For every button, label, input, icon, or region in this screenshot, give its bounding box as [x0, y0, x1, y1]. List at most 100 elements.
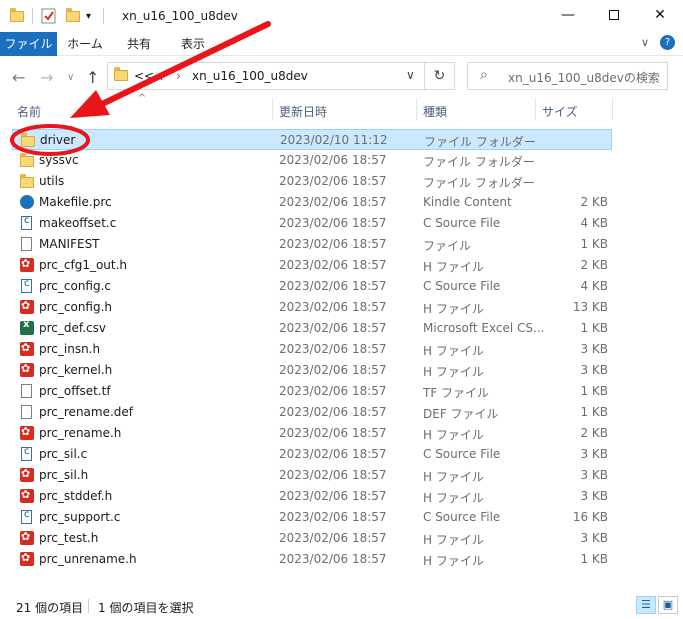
- h-file-icon: [20, 425, 34, 440]
- recent-locations-icon[interactable]: ∨: [67, 72, 74, 83]
- tab-file[interactable]: ファイル: [0, 32, 57, 56]
- file-row[interactable]: prc_test.h 2023/02/06 18:57 H ファイル 3 KB: [12, 528, 612, 549]
- file-name: prc_support.c: [39, 510, 121, 524]
- large-icons-view-button[interactable]: ▣: [658, 596, 678, 614]
- details-view-button[interactable]: ☰: [636, 596, 656, 614]
- file-row[interactable]: prc_def.csv 2023/02/06 18:57 Microsoft Exc…: [12, 318, 612, 339]
- item-count: 21 個の項目: [16, 601, 84, 615]
- tab-view[interactable]: 表示: [168, 32, 218, 56]
- column-divider[interactable]: [272, 98, 273, 120]
- file-row[interactable]: prc_support.c 2023/02/06 18:57 C Source Fi…: [12, 507, 612, 528]
- file-date: 2023/02/06 18:57: [279, 300, 387, 314]
- file-date: 2023/02/06 18:57: [279, 384, 387, 398]
- file-size: 2 KB: [580, 258, 608, 272]
- file-row[interactable]: prc_config.c 2023/02/06 18:57 C Source Fil…: [12, 276, 612, 297]
- file-size: 1 KB: [580, 405, 608, 419]
- divider: [103, 8, 104, 24]
- file-row[interactable]: prc_sil.c 2023/02/06 18:57 C Source File 3 …: [12, 444, 612, 465]
- file-size: 4 KB: [580, 216, 608, 230]
- file-row[interactable]: prc_kernel.h 2023/02/06 18:57 H ファイル 3 KB: [12, 360, 612, 381]
- file-date: 2023/02/06 18:57: [279, 237, 387, 251]
- file-row[interactable]: syssvc 2023/02/06 18:57 ファイル フォルダー: [12, 150, 612, 171]
- file-date: 2023/02/06 18:57: [279, 531, 387, 545]
- folder-icon: [114, 67, 128, 84]
- properties-icon[interactable]: [41, 8, 57, 24]
- file-row[interactable]: prc_insn.h 2023/02/06 18:57 H ファイル 3 KB: [12, 339, 612, 360]
- close-button[interactable]: ✕: [637, 0, 683, 30]
- file-date: 2023/02/06 18:57: [279, 279, 387, 293]
- column-divider[interactable]: [612, 98, 613, 120]
- help-icon[interactable]: ?: [660, 35, 675, 50]
- file-row[interactable]: prc_offset.tf 2023/02/06 18:57 TF ファイル 1 KB: [12, 381, 612, 402]
- c-source-icon: [21, 446, 32, 461]
- search-placeholder: xn_u16_100_u8devの検索: [508, 71, 660, 85]
- file-size: 1 KB: [580, 552, 608, 566]
- file-row[interactable]: prc_stddef.h 2023/02/06 18:57 H ファイル 3 KB: [12, 486, 612, 507]
- file-name: prc_cfg1_out.h: [39, 258, 128, 272]
- file-name: syssvc: [39, 153, 79, 167]
- file-row[interactable]: utils 2023/02/06 18:57 ファイル フォルダー: [12, 171, 612, 192]
- maximize-button[interactable]: [591, 0, 637, 30]
- file-size: 3 KB: [580, 531, 608, 545]
- breadcrumb-current[interactable]: xn_u16_100_u8dev: [192, 69, 308, 83]
- file-size: 3 KB: [580, 468, 608, 482]
- file-size: 3 KB: [580, 342, 608, 356]
- column-date[interactable]: 更新日時: [279, 103, 327, 120]
- file-date: 2023/02/10 11:12: [280, 133, 388, 147]
- file-row[interactable]: driver 2023/02/10 11:12 ファイル フォルダー: [12, 129, 612, 150]
- forward-arrow-icon[interactable]: →: [40, 68, 53, 87]
- file-date: 2023/02/06 18:57: [279, 174, 387, 188]
- file-icon: [21, 384, 32, 398]
- file-row[interactable]: prc_config.h 2023/02/06 18:57 H ファイル 13 KB: [12, 297, 612, 318]
- column-divider[interactable]: [535, 98, 536, 120]
- column-size[interactable]: サイズ: [542, 103, 578, 120]
- excel-icon: [20, 319, 34, 335]
- file-size: 1 KB: [580, 384, 608, 398]
- customize-qat-icon[interactable]: ▾: [86, 8, 91, 24]
- kindle-icon: [20, 195, 34, 209]
- address-bar[interactable]: << ... › xn_u16_100_u8dev › ∨: [107, 62, 425, 90]
- h-file-icon: [20, 257, 34, 272]
- tab-share[interactable]: 共有: [114, 32, 164, 56]
- column-divider[interactable]: [416, 98, 417, 120]
- file-type: Kindle Content: [423, 195, 512, 209]
- breadcrumb-parent[interactable]: ...: [152, 69, 163, 83]
- file-type: C Source File: [423, 510, 501, 524]
- file-date: 2023/02/06 18:57: [279, 153, 387, 167]
- file-row[interactable]: prc_cfg1_out.h 2023/02/06 18:57 H ファイル 2 KB: [12, 255, 612, 276]
- c-source-icon: [21, 278, 32, 293]
- file-type: C Source File: [423, 447, 501, 461]
- h-file-icon: [20, 530, 34, 545]
- column-header: ^ 名前 更新日時 種類 サイズ: [0, 93, 683, 124]
- file-row[interactable]: prc_rename.def 2023/02/06 18:57 DEF ファイル 1 …: [12, 402, 612, 423]
- file-size: 2 KB: [580, 195, 608, 209]
- column-type[interactable]: 種類: [423, 103, 447, 120]
- file-row[interactable]: prc_unrename.h 2023/02/06 18:57 H ファイル 1 KB: [12, 549, 612, 570]
- file-type: ファイル フォルダー: [423, 155, 535, 169]
- file-date: 2023/02/06 18:57: [279, 216, 387, 230]
- new-folder-icon[interactable]: [66, 7, 80, 24]
- expand-ribbon-icon[interactable]: ∨: [641, 36, 649, 49]
- address-dropdown-icon[interactable]: ∨: [406, 68, 415, 82]
- back-arrow-icon[interactable]: ←: [12, 68, 25, 87]
- file-name: prc_kernel.h: [39, 363, 113, 377]
- folder-icon: [21, 133, 35, 147]
- file-row[interactable]: Makefile.prc 2023/02/06 18:57 Kindle Conte…: [12, 192, 612, 213]
- file-row[interactable]: makeoffset.c 2023/02/06 18:57 C Source Fil…: [12, 213, 612, 234]
- file-name: driver: [40, 133, 76, 147]
- column-name[interactable]: 名前: [17, 103, 41, 120]
- file-date: 2023/02/06 18:57: [279, 258, 387, 272]
- file-size: 3 KB: [580, 363, 608, 377]
- search-input[interactable]: ⌕ xn_u16_100_u8devの検索: [467, 62, 668, 90]
- minimize-button[interactable]: —: [545, 0, 591, 30]
- file-row[interactable]: MANIFEST 2023/02/06 18:57 ファイル 1 KB: [12, 234, 612, 255]
- file-row[interactable]: prc_rename.h 2023/02/06 18:57 H ファイル 2 KB: [12, 423, 612, 444]
- up-arrow-icon[interactable]: ↑: [86, 68, 99, 87]
- tab-home[interactable]: ホーム: [60, 32, 110, 56]
- file-row[interactable]: prc_sil.h 2023/02/06 18:57 H ファイル 3 KB: [12, 465, 612, 486]
- file-date: 2023/02/06 18:57: [279, 321, 387, 335]
- file-size: 16 KB: [572, 510, 608, 524]
- refresh-button[interactable]: ↻: [425, 62, 455, 90]
- divider: [88, 599, 89, 613]
- file-size: 13 KB: [572, 300, 608, 314]
